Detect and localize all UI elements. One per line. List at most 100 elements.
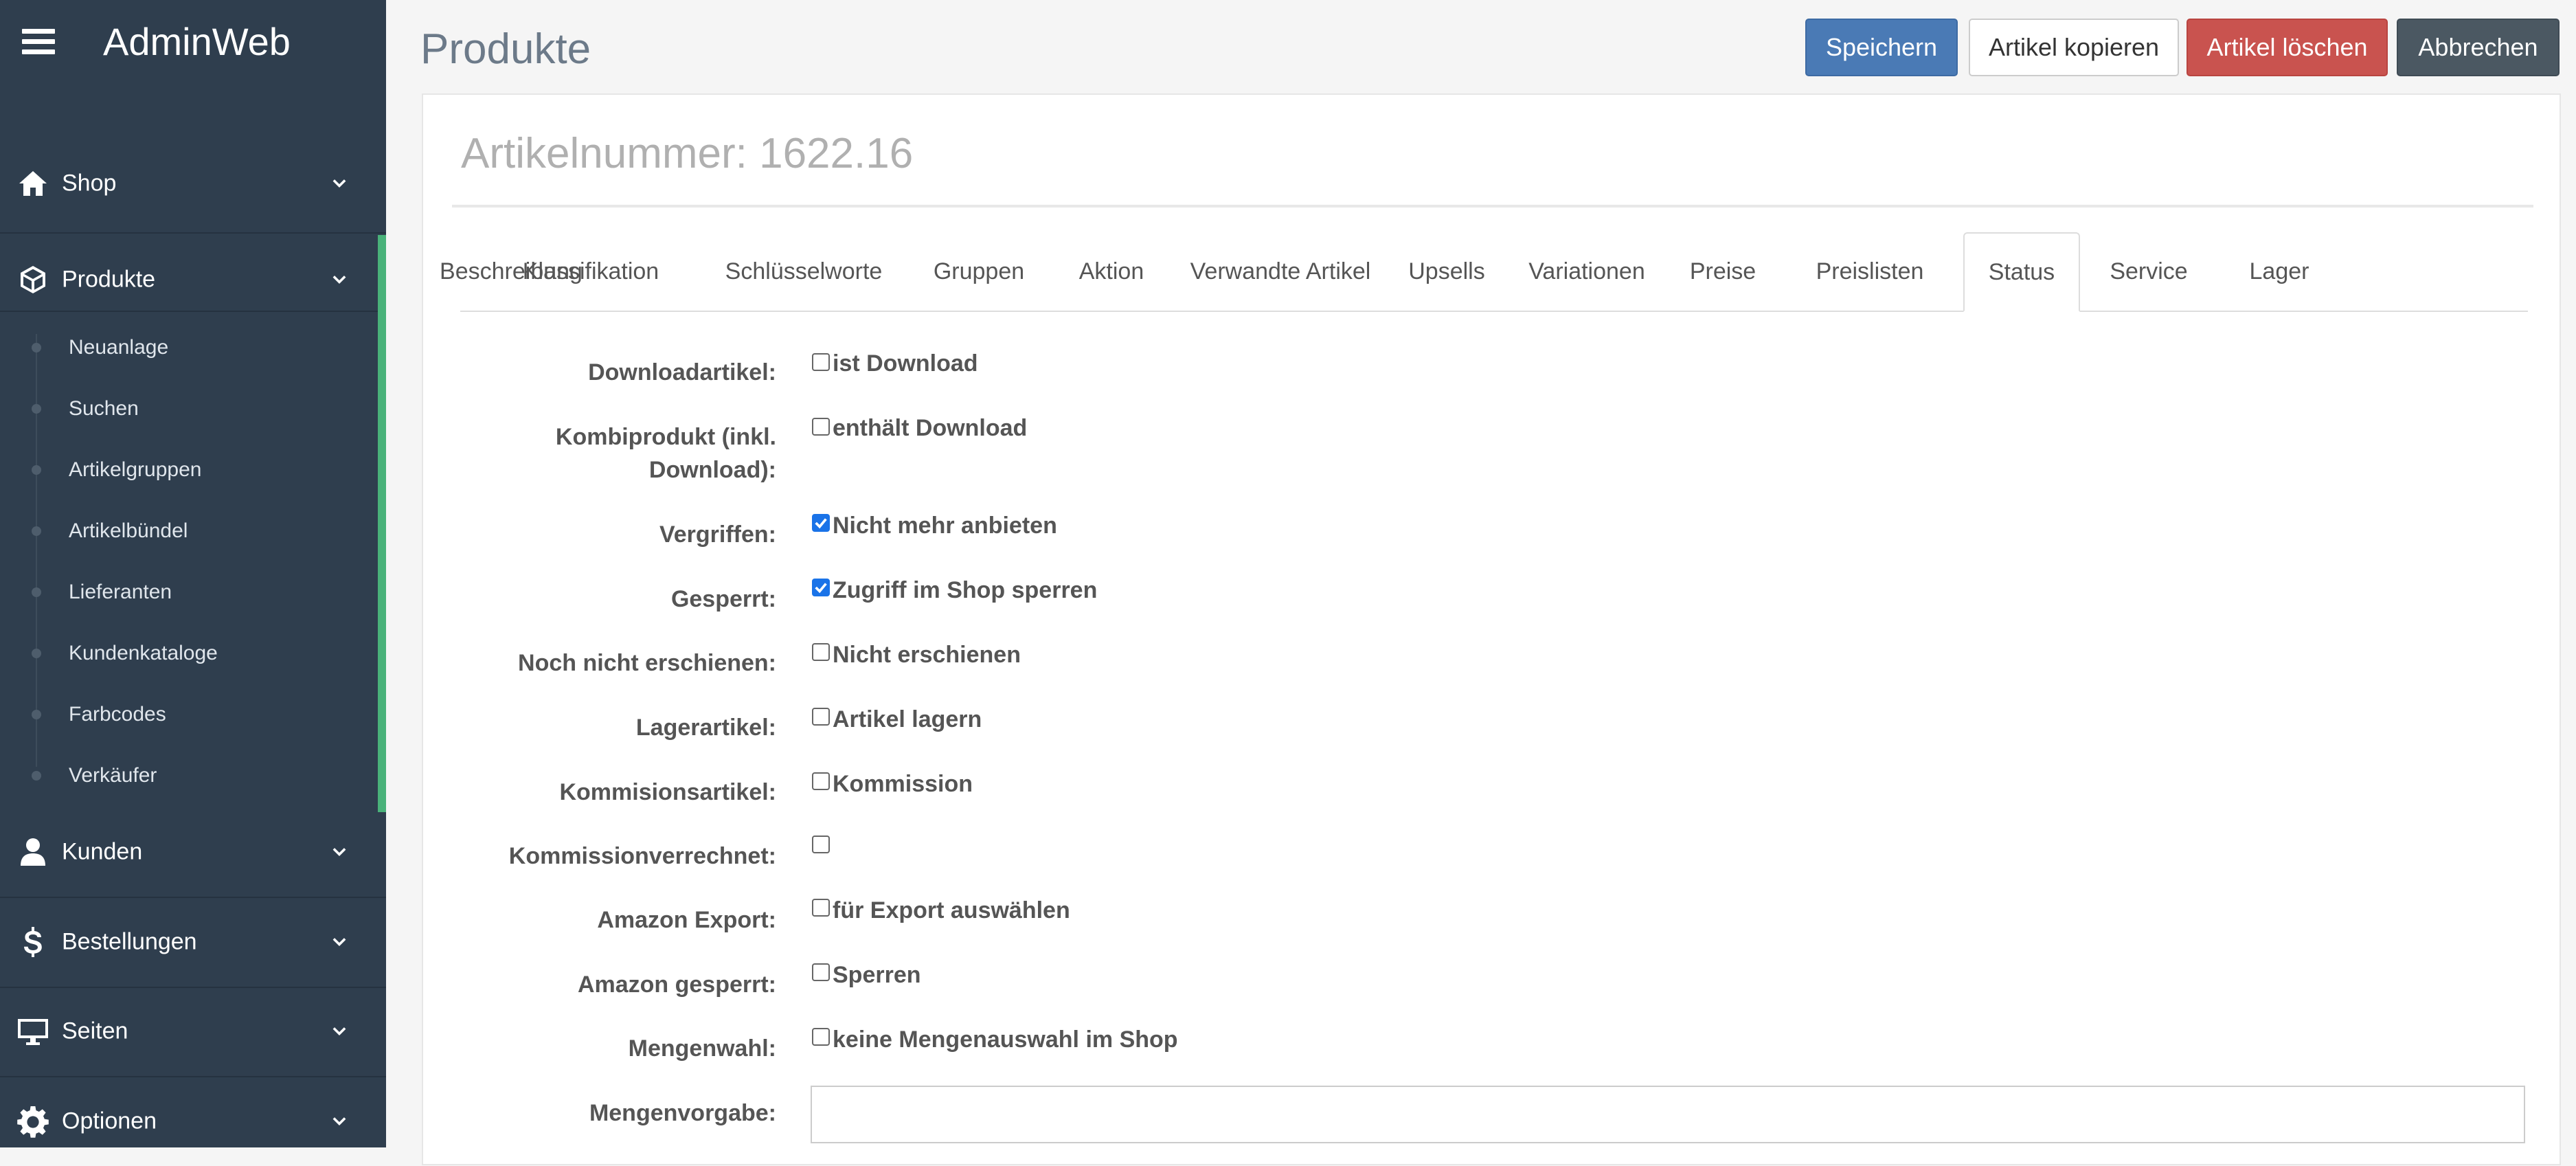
- gear-icon: [17, 1106, 49, 1138]
- submenu-item-verkaeufer[interactable]: Verkäufer: [0, 745, 378, 806]
- submenu-label: Artikelgruppen: [69, 458, 202, 481]
- checkbox-label: Sperren: [833, 962, 921, 988]
- sidebar-item-label: Seiten: [62, 1018, 128, 1044]
- nicht-mehr-anbieten-checkbox[interactable]: [812, 514, 830, 532]
- checkbox-label: Artikel lagern: [833, 706, 982, 732]
- bullet-icon: [32, 771, 41, 781]
- chevron-down-icon: [332, 1117, 346, 1125]
- chevron-down-icon: [332, 276, 346, 284]
- bullet-icon: [32, 587, 41, 597]
- copy-article-button[interactable]: Artikel kopieren: [1969, 19, 2179, 76]
- checkbox-label: Nicht mehr anbieten: [833, 513, 1057, 539]
- sidebar-item-seiten[interactable]: Seiten: [0, 987, 386, 1076]
- cancel-button[interactable]: Abbrechen: [2397, 19, 2560, 76]
- user-icon: [21, 838, 45, 866]
- label-vergriffen: Vergriffen:: [659, 522, 776, 548]
- checkbox-label: für Export auswählen: [833, 897, 1070, 923]
- submenu-label: Verkäufer: [69, 764, 157, 787]
- submenu-item-suchen[interactable]: Suchen: [0, 379, 378, 439]
- chevron-down-icon: [332, 179, 346, 188]
- sidebar: AdminWeb Shop Produkte Neuanlage Suchen …: [0, 0, 386, 1147]
- sidebar-item-label: Bestellungen: [62, 928, 197, 955]
- submenu-item-artikelgruppen[interactable]: Artikelgruppen: [0, 440, 378, 500]
- tab-upsells[interactable]: Upsells: [1389, 232, 1504, 311]
- monitor-icon: [18, 1019, 48, 1045]
- tab-lager[interactable]: Lager: [2217, 232, 2341, 311]
- sidebar-item-label: Kunden: [62, 838, 143, 865]
- enthaelt-download-checkbox[interactable]: [812, 418, 830, 436]
- delete-article-button[interactable]: Artikel löschen: [2187, 19, 2388, 76]
- sidebar-item-kunden[interactable]: Kunden: [0, 807, 386, 897]
- bullet-icon: [32, 649, 41, 658]
- ist-download-checkbox[interactable]: [812, 353, 830, 371]
- checkbox-label: Zugriff im Shop sperren: [833, 577, 1098, 603]
- tab-verwandte-artikel[interactable]: Verwandte Artikel: [1172, 232, 1389, 311]
- zugriff-sperren-checkbox[interactable]: [812, 579, 830, 596]
- submenu-label: Artikelbündel: [69, 519, 188, 542]
- label-gesperrt: Gesperrt:: [670, 586, 776, 612]
- sidebar-item-label: Produkte: [62, 266, 156, 293]
- submenu-label: Neuanlage: [69, 336, 169, 359]
- keine-mengenauswahl-checkbox[interactable]: [812, 1028, 830, 1046]
- mengenvorgabe-input[interactable]: [811, 1086, 2525, 1143]
- label-mengenwahl: Mengenwahl:: [628, 1035, 776, 1062]
- nav-divider: [0, 232, 386, 234]
- nicht-erschienen-checkbox[interactable]: [812, 643, 830, 661]
- tab-aktion[interactable]: Aktion: [1051, 232, 1172, 311]
- tab-variationen[interactable]: Variationen: [1504, 232, 1669, 311]
- bullet-icon: [32, 710, 41, 719]
- sidebar-item-shop[interactable]: Shop: [0, 139, 386, 228]
- checkbox-label: enthält Download: [833, 415, 1028, 441]
- submenu-label: Suchen: [69, 397, 139, 420]
- label-kommisionsartikel: Kommisionsartikel:: [559, 779, 776, 805]
- status-form-labels: Downloadartikel: Kombiprodukt (inkl. Dow…: [422, 0, 776, 1147]
- checkbox-label: Nicht erschienen: [833, 642, 1021, 668]
- submenu-item-farbcodes[interactable]: Farbcodes: [0, 684, 378, 745]
- sidebar-section-produkte: Produkte Neuanlage Suchen Artikelgruppen…: [0, 235, 386, 812]
- sidebar-item-bestellungen[interactable]: Bestellungen: [0, 897, 386, 987]
- label-mengenvorgabe: Mengenvorgabe:: [589, 1100, 776, 1126]
- tab-status[interactable]: Status: [1963, 232, 2080, 312]
- sidebar-item-label: Optionen: [62, 1108, 157, 1134]
- bullet-icon: [32, 526, 41, 536]
- tab-preislisten[interactable]: Preislisten: [1776, 232, 1963, 311]
- chevron-down-icon: [332, 848, 346, 856]
- checkbox-label: keine Mengenauswahl im Shop: [833, 1027, 1178, 1053]
- label-kombiprodukt: Kombiprodukt (inkl. Download):: [555, 424, 776, 483]
- nav-divider: [0, 311, 378, 312]
- save-button[interactable]: Speichern: [1805, 19, 1958, 76]
- label-amazon-gesperrt: Amazon gesperrt:: [577, 972, 776, 998]
- label-downloadartikel: Downloadartikel:: [588, 359, 776, 385]
- checkbox-label: ist Download: [833, 350, 978, 377]
- artikel-lagern-checkbox[interactable]: [812, 708, 830, 726]
- hamburger-menu-icon[interactable]: [22, 29, 55, 55]
- submenu-item-neuanlage[interactable]: Neuanlage: [0, 317, 378, 378]
- submenu-label: Kundenkataloge: [69, 642, 218, 664]
- label-amazon-export: Amazon Export:: [597, 907, 776, 933]
- label-lagerartikel: Lagerartikel:: [635, 715, 776, 741]
- chevron-down-icon: [332, 938, 346, 946]
- cube-icon: [21, 266, 45, 293]
- checkbox-label: Kommission: [833, 771, 973, 797]
- submenu-item-artikelbuendel[interactable]: Artikelbündel: [0, 501, 378, 561]
- home-icon: [19, 171, 47, 196]
- amazon-sperren-checkbox[interactable]: [812, 963, 830, 981]
- submenu-item-kundenkataloge[interactable]: Kundenkataloge: [0, 623, 378, 684]
- tab-service[interactable]: Service: [2080, 232, 2217, 311]
- produkte-submenu: Neuanlage Suchen Artikelgruppen Artikelb…: [0, 317, 378, 798]
- sidebar-item-optionen[interactable]: Optionen: [0, 1077, 386, 1166]
- label-noch-nicht-erschienen: Noch nicht erschienen:: [518, 650, 776, 676]
- app-title: AdminWeb: [103, 20, 291, 63]
- label-kommissionverrechnet: Kommissionverrechnet:: [508, 843, 776, 869]
- submenu-label: Farbcodes: [69, 703, 166, 726]
- tab-preise[interactable]: Preise: [1669, 232, 1776, 311]
- submenu-item-lieferanten[interactable]: Lieferanten: [0, 562, 378, 623]
- tab-gruppen[interactable]: Gruppen: [907, 232, 1051, 311]
- bullet-icon: [32, 343, 41, 352]
- brand-bar: AdminWeb: [0, 0, 386, 89]
- bullet-icon: [32, 404, 41, 414]
- amazon-export-checkbox[interactable]: [812, 899, 830, 917]
- kommissionverrechnet-checkbox[interactable]: [812, 836, 830, 853]
- kommission-checkbox[interactable]: [812, 772, 830, 790]
- sidebar-item-label: Shop: [62, 170, 117, 197]
